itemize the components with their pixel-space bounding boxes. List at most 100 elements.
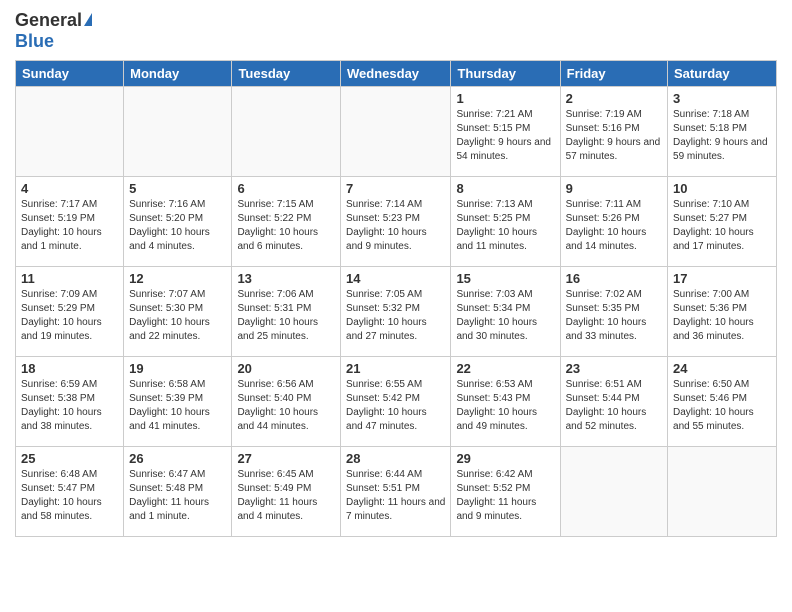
day-of-week-header: Friday [560,61,667,87]
day-of-week-header: Tuesday [232,61,341,87]
day-number: 25 [21,451,118,466]
day-number: 4 [21,181,118,196]
calendar-week-row: 11 Sunrise: 7:09 AM Sunset: 5:29 PM Dayli… [16,267,777,357]
day-number: 12 [129,271,226,286]
day-info: Sunrise: 7:13 AM Sunset: 5:25 PM Dayligh… [456,198,554,254]
day-number: 9 [566,181,662,196]
day-info: Sunrise: 7:11 AM Sunset: 5:26 PM Dayligh… [566,198,662,254]
calendar-cell: 17Sunrise: 7:00 AM Sunset: 5:36 PM Dayli… [668,267,777,357]
day-info: Sunrise: 7:02 AM Sunset: 5:35 PM Dayligh… [566,288,662,344]
calendar-cell: 19 Sunrise: 6:58 AM Sunset: 5:39 PM Dayli… [124,357,232,447]
day-info: Sunrise: 6:59 AM Sunset: 5:38 PM Dayligh… [21,378,118,434]
calendar-cell: 12Sunrise: 7:07 AM Sunset: 5:30 PM Dayli… [124,267,232,357]
calendar-cell: 2 Sunrise: 7:19 AM Sunset: 5:16 PM Daylig… [560,87,667,177]
calendar-header-row: SundayMondayTuesdayWednesdayThursdayFrid… [16,61,777,87]
calendar-cell: 5 Sunrise: 7:16 AM Sunset: 5:20 PM Daylig… [124,177,232,267]
calendar-cell: 27 Sunrise: 6:45 AM Sunset: 5:49 PM Dayli… [232,447,341,537]
day-info: Sunrise: 6:58 AM Sunset: 5:39 PM Dayligh… [129,378,226,434]
calendar-cell: 14 Sunrise: 7:05 AM Sunset: 5:32 PM Dayli… [341,267,451,357]
calendar-cell: 3 Sunrise: 7:18 AM Sunset: 5:18 PM Daylig… [668,87,777,177]
day-of-week-header: Wednesday [341,61,451,87]
day-info: Sunrise: 6:42 AM Sunset: 5:52 PM Dayligh… [456,468,554,524]
day-number: 6 [237,181,335,196]
day-number: 26 [129,451,226,466]
day-info: Sunrise: 6:50 AM Sunset: 5:46 PM Dayligh… [673,378,771,434]
calendar-cell: 25 Sunrise: 6:48 AM Sunset: 5:47 PM Dayli… [16,447,124,537]
calendar-cell: 26 Sunrise: 6:47 AM Sunset: 5:48 PM Dayli… [124,447,232,537]
calendar-cell: 29 Sunrise: 6:42 AM Sunset: 5:52 PM Dayli… [451,447,560,537]
day-number: 5 [129,181,226,196]
calendar-cell [341,87,451,177]
day-number: 29 [456,451,554,466]
day-info: Sunrise: 7:05 AM Sunset: 5:32 PM Dayligh… [346,288,445,344]
day-number: 7 [346,181,445,196]
calendar-week-row: 18 Sunrise: 6:59 AM Sunset: 5:38 PM Dayli… [16,357,777,447]
day-number: 28 [346,451,445,466]
calendar-cell: 1 Sunrise: 7:21 AM Sunset: 5:15 PM Daylig… [451,87,560,177]
day-of-week-header: Monday [124,61,232,87]
day-info: Sunrise: 7:19 AM Sunset: 5:16 PM Dayligh… [566,108,662,164]
day-info: Sunrise: 7:16 AM Sunset: 5:20 PM Dayligh… [129,198,226,254]
day-info: Sunrise: 7:06 AM Sunset: 5:31 PM Dayligh… [237,288,335,344]
day-info: Sunrise: 6:51 AM Sunset: 5:44 PM Dayligh… [566,378,662,434]
page-header: General Blue [15,10,777,52]
calendar-cell [124,87,232,177]
day-number: 20 [237,361,335,376]
day-info: Sunrise: 7:10 AM Sunset: 5:27 PM Dayligh… [673,198,771,254]
calendar-week-row: 25 Sunrise: 6:48 AM Sunset: 5:47 PM Dayli… [16,447,777,537]
calendar-cell [232,87,341,177]
day-number: 1 [456,91,554,106]
calendar-cell: 22 Sunrise: 6:53 AM Sunset: 5:43 PM Dayli… [451,357,560,447]
day-info: Sunrise: 6:47 AM Sunset: 5:48 PM Dayligh… [129,468,226,524]
calendar-cell: 10 Sunrise: 7:10 AM Sunset: 5:27 PM Dayli… [668,177,777,267]
day-info: Sunrise: 6:56 AM Sunset: 5:40 PM Dayligh… [237,378,335,434]
day-number: 10 [673,181,771,196]
calendar-cell: 28 Sunrise: 6:44 AM Sunset: 5:51 PM Dayli… [341,447,451,537]
day-info: Sunrise: 7:18 AM Sunset: 5:18 PM Dayligh… [673,108,771,164]
day-number: 19 [129,361,226,376]
day-info: Sunrise: 6:44 AM Sunset: 5:51 PM Dayligh… [346,468,445,524]
calendar-cell: 6 Sunrise: 7:15 AM Sunset: 5:22 PM Daylig… [232,177,341,267]
day-info: Sunrise: 6:45 AM Sunset: 5:49 PM Dayligh… [237,468,335,524]
day-number: 3 [673,91,771,106]
calendar-week-row: 1 Sunrise: 7:21 AM Sunset: 5:15 PM Daylig… [16,87,777,177]
calendar-cell [560,447,667,537]
calendar-cell: 9 Sunrise: 7:11 AM Sunset: 5:26 PM Daylig… [560,177,667,267]
day-of-week-header: Saturday [668,61,777,87]
day-number: 21 [346,361,445,376]
day-info: Sunrise: 7:09 AM Sunset: 5:29 PM Dayligh… [21,288,118,344]
day-number: 2 [566,91,662,106]
calendar-cell: 13Sunrise: 7:06 AM Sunset: 5:31 PM Dayli… [232,267,341,357]
calendar-cell: 18 Sunrise: 6:59 AM Sunset: 5:38 PM Dayli… [16,357,124,447]
day-number: 24 [673,361,771,376]
day-info: Sunrise: 6:48 AM Sunset: 5:47 PM Dayligh… [21,468,118,524]
day-info: Sunrise: 7:15 AM Sunset: 5:22 PM Dayligh… [237,198,335,254]
day-info: Sunrise: 7:21 AM Sunset: 5:15 PM Dayligh… [456,108,554,164]
day-of-week-header: Thursday [451,61,560,87]
day-number: 23 [566,361,662,376]
day-number: 15 [456,271,554,286]
day-info: Sunrise: 6:53 AM Sunset: 5:43 PM Dayligh… [456,378,554,434]
logo-blue-text: Blue [15,31,54,52]
day-number: 18 [21,361,118,376]
day-number: 8 [456,181,554,196]
calendar-cell [16,87,124,177]
logo: General Blue [15,10,92,52]
calendar-cell: 7 Sunrise: 7:14 AM Sunset: 5:23 PM Daylig… [341,177,451,267]
day-number: 27 [237,451,335,466]
day-info: Sunrise: 7:14 AM Sunset: 5:23 PM Dayligh… [346,198,445,254]
calendar-cell: 20 Sunrise: 6:56 AM Sunset: 5:40 PM Dayli… [232,357,341,447]
calendar-cell: 8 Sunrise: 7:13 AM Sunset: 5:25 PM Daylig… [451,177,560,267]
calendar-cell: 4 Sunrise: 7:17 AM Sunset: 5:19 PM Daylig… [16,177,124,267]
day-info: Sunrise: 7:03 AM Sunset: 5:34 PM Dayligh… [456,288,554,344]
day-number: 14 [346,271,445,286]
day-info: Sunrise: 7:17 AM Sunset: 5:19 PM Dayligh… [21,198,118,254]
calendar-cell: 15 Sunrise: 7:03 AM Sunset: 5:34 PM Dayli… [451,267,560,357]
day-number: 11 [21,271,118,286]
calendar-table: SundayMondayTuesdayWednesdayThursdayFrid… [15,60,777,537]
calendar-cell: 21Sunrise: 6:55 AM Sunset: 5:42 PM Dayli… [341,357,451,447]
calendar-cell: 11 Sunrise: 7:09 AM Sunset: 5:29 PM Dayli… [16,267,124,357]
day-info: Sunrise: 7:00 AM Sunset: 5:36 PM Dayligh… [673,288,771,344]
day-number: 22 [456,361,554,376]
calendar-cell: 23 Sunrise: 6:51 AM Sunset: 5:44 PM Dayli… [560,357,667,447]
